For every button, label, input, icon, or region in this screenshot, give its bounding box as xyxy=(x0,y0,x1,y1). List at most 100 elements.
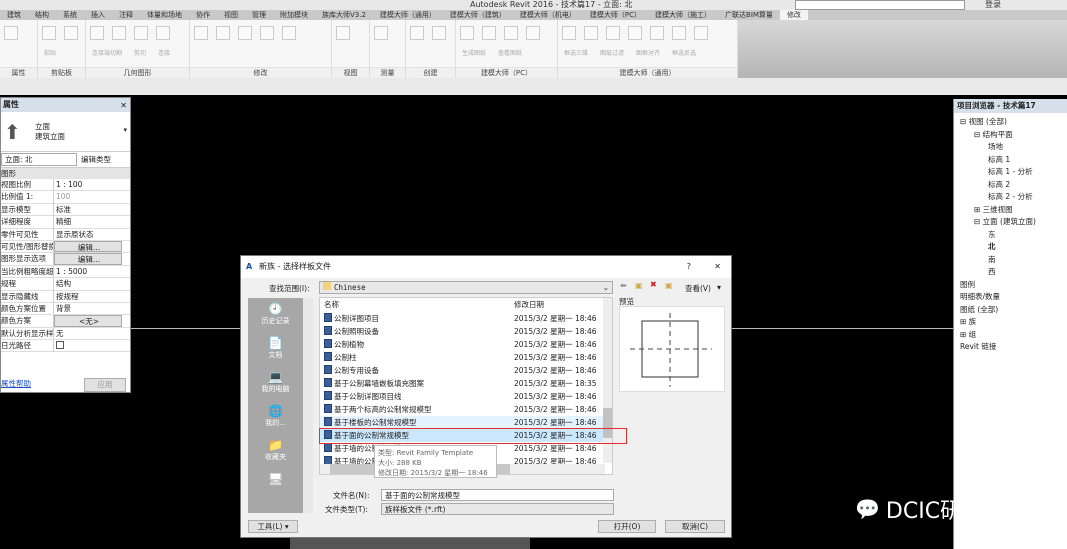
tab-15[interactable]: 建模大师（施工） xyxy=(648,10,718,20)
file-row[interactable]: 公制详图项目 2015/3/2 星期一 18:46 xyxy=(320,312,612,325)
place-4[interactable]: 📁 收藏夹 xyxy=(248,434,303,468)
tool-icon[interactable] xyxy=(410,26,424,40)
section-graphics[interactable]: 图形 xyxy=(1,168,130,179)
tree-node[interactable]: 场地 xyxy=(960,141,1067,154)
up-folder-icon[interactable]: ▣ xyxy=(635,281,643,290)
tool-label[interactable]: 框选反选 xyxy=(672,48,696,57)
tab-17[interactable]: 修改 xyxy=(779,10,808,20)
tab-16[interactable]: 广联达BIM算量 xyxy=(718,10,780,20)
tool-icon[interactable] xyxy=(238,26,252,40)
tool-icon[interactable] xyxy=(194,26,208,40)
login-link[interactable]: 登录 xyxy=(985,0,1001,10)
tree-node[interactable]: 明细表/数量 xyxy=(960,291,1067,304)
tool-icon[interactable] xyxy=(562,26,576,40)
tool-icon[interactable] xyxy=(90,26,104,40)
tool-icon[interactable] xyxy=(156,26,170,40)
tool-icon[interactable] xyxy=(4,26,18,40)
tab-2[interactable]: 系统 xyxy=(56,10,84,20)
expander-icon[interactable]: ⊞ xyxy=(960,330,969,339)
tool-icon[interactable] xyxy=(42,26,56,40)
tab-7[interactable]: 视图 xyxy=(217,10,245,20)
tab-10[interactable]: 族库大师V3.2 xyxy=(315,10,373,20)
tool-icon[interactable] xyxy=(482,26,496,40)
look-in-dropdown[interactable]: Chinese ⌄ xyxy=(319,281,613,294)
place-5[interactable]: 🖥 xyxy=(248,468,303,502)
close-icon[interactable]: ✕ xyxy=(120,99,127,113)
tree-node[interactable]: 图例 xyxy=(960,279,1067,292)
tree-node[interactable]: ⊟ 结构平面 xyxy=(960,129,1067,142)
tab-4[interactable]: 注释 xyxy=(112,10,140,20)
property-value[interactable]: 1 : 100 xyxy=(54,179,130,190)
tree-node[interactable]: 标高 1 - 分析 xyxy=(960,166,1067,179)
tool-icon[interactable] xyxy=(336,26,350,40)
tool-icon[interactable] xyxy=(504,26,518,40)
view-menu[interactable]: 查看(V) xyxy=(685,283,711,294)
tree-node[interactable]: 标高 2 xyxy=(960,179,1067,192)
tool-icon[interactable] xyxy=(374,26,388,40)
close-button[interactable]: ✕ xyxy=(714,256,721,278)
tree-node[interactable]: 西 xyxy=(960,266,1067,279)
file-row[interactable]: 基于公制详图项目线 2015/3/2 星期一 18:46 xyxy=(320,390,612,403)
tool-icon[interactable] xyxy=(282,26,296,40)
tree-node[interactable]: ⊞ 三维视图 xyxy=(960,204,1067,217)
filetype-dropdown[interactable]: 族样板文件 (*.rft) xyxy=(381,503,614,515)
tab-5[interactable]: 体量和场地 xyxy=(140,10,189,20)
property-value[interactable]: 背景 xyxy=(54,303,130,314)
expander-icon[interactable]: ⊟ xyxy=(960,117,969,126)
file-row[interactable]: 公制照明设备 2015/3/2 星期一 18:46 xyxy=(320,325,612,338)
property-value[interactable]: 1 : 5000 xyxy=(54,266,130,277)
tab-3[interactable]: 插入 xyxy=(84,10,112,20)
tool-label[interactable]: 粘贴 xyxy=(44,48,56,57)
place-1[interactable]: 📄 文档 xyxy=(248,332,303,366)
tool-icon[interactable] xyxy=(672,26,686,40)
property-value[interactable]: 100 xyxy=(54,191,130,202)
tool-icon[interactable] xyxy=(694,26,708,40)
tree-node[interactable]: Revit 链接 xyxy=(960,341,1067,354)
new-folder-icon[interactable]: ▣ xyxy=(665,281,673,290)
tab-13[interactable]: 建模大师（机电） xyxy=(513,10,583,20)
property-value[interactable]: <无> xyxy=(54,315,122,327)
file-row[interactable]: 公制柱 2015/3/2 星期一 18:46 xyxy=(320,351,612,364)
help-button[interactable]: ? xyxy=(687,256,691,278)
view-dropdown-icon[interactable]: ▾ xyxy=(717,283,721,292)
tree-node[interactable]: 标高 2 - 分析 xyxy=(960,191,1067,204)
tool-label[interactable]: 剪切 xyxy=(134,48,146,57)
edit-type-button[interactable]: 编辑类型 xyxy=(81,154,111,165)
tool-label[interactable]: 连接端切割 xyxy=(92,48,122,57)
tree-node[interactable]: 北 xyxy=(960,241,1067,254)
property-value[interactable]: 精细 xyxy=(54,216,130,227)
delete-icon[interactable]: ✖ xyxy=(650,280,657,289)
tab-8[interactable]: 管理 xyxy=(245,10,273,20)
tool-icon[interactable] xyxy=(112,26,126,40)
tool-label[interactable]: 图层过滤 xyxy=(600,48,624,57)
tool-icon[interactable] xyxy=(260,26,274,40)
apply-button[interactable]: 应用 xyxy=(84,378,126,392)
property-value[interactable]: 标准 xyxy=(54,204,130,215)
column-date[interactable]: 修改日期 xyxy=(514,298,544,312)
tree-node[interactable]: ⊞ 族 xyxy=(960,316,1067,329)
file-row[interactable]: 基于公制幕墙嵌板填充图案 2015/3/2 星期一 18:35 xyxy=(320,377,612,390)
file-row[interactable]: 公制专用设备 2015/3/2 星期一 18:46 xyxy=(320,364,612,377)
place-3[interactable]: 🌐 我的... xyxy=(248,400,303,434)
tool-label[interactable]: 图框对齐 xyxy=(636,48,660,57)
properties-help-link[interactable]: 属性帮助 xyxy=(1,379,31,388)
place-2[interactable]: 💻 我的电脑 xyxy=(248,366,303,400)
search-input[interactable] xyxy=(795,0,965,10)
tool-icon[interactable] xyxy=(650,26,664,40)
tree-node[interactable]: 标高 1 xyxy=(960,154,1067,167)
tool-icon[interactable] xyxy=(216,26,230,40)
property-value[interactable]: 显示原状态 xyxy=(54,229,130,240)
expander-icon[interactable]: ⊟ xyxy=(974,217,983,226)
tool-label[interactable]: 连接 xyxy=(158,48,170,57)
type-selector[interactable]: ⬆ 立面 建筑立面 ▾ xyxy=(1,112,130,152)
tab-14[interactable]: 建模大师（PC） xyxy=(583,10,648,20)
tool-label[interactable]: 框选三维 xyxy=(564,48,588,57)
filename-input[interactable]: 基于面的公制常规模型 xyxy=(381,489,614,501)
property-value[interactable]: 编辑... xyxy=(54,253,122,265)
tool-label[interactable]: 生成图纸 xyxy=(462,48,486,57)
tool-label[interactable]: 查看图纸 xyxy=(498,48,522,57)
expander-icon[interactable]: ⊞ xyxy=(960,317,969,326)
places-scrollbar[interactable] xyxy=(303,298,313,513)
sun-path-checkbox[interactable] xyxy=(54,340,130,351)
tree-node[interactable]: ⊟ 立面 (建筑立面) xyxy=(960,216,1067,229)
